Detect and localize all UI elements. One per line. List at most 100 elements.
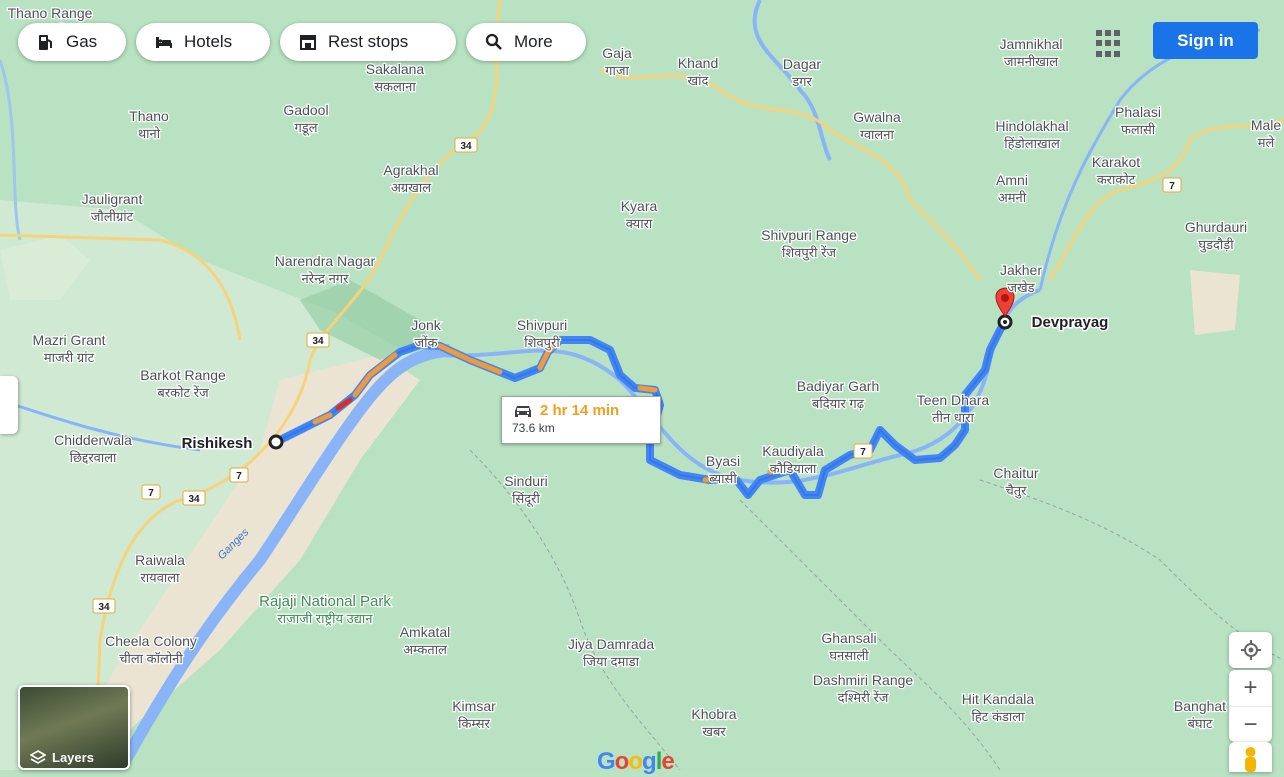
road-shield: 7: [141, 484, 161, 500]
sign-in-button[interactable]: Sign in: [1153, 22, 1258, 59]
place-label-hindi: क्यारा: [626, 216, 653, 231]
origin-label[interactable]: Rishikesh: [180, 434, 254, 454]
place-label[interactable]: Khand: [677, 54, 720, 73]
place-label[interactable]: Gwalna: [852, 108, 902, 127]
place-label-hindi: अग्रखाल: [391, 180, 431, 195]
place-label-hindi: जिया दमाडा: [583, 654, 640, 669]
place-label[interactable]: Gaja: [601, 44, 633, 63]
place-label[interactable]: Ghansali: [820, 629, 878, 648]
place-label[interactable]: Karakot: [1091, 153, 1142, 172]
place-label-hindi: सकलाना: [374, 79, 416, 94]
svg-text:34: 34: [312, 336, 324, 347]
store-icon: [300, 35, 316, 50]
place-label[interactable]: Dagar: [782, 55, 823, 74]
more-chip[interactable]: More: [466, 23, 586, 61]
place-label-hindi: थानो: [138, 126, 161, 141]
place-label[interactable]: Chaitur: [992, 464, 1040, 483]
place-label[interactable]: Gadool: [282, 101, 330, 120]
place-label[interactable]: Thano Range: [6, 4, 94, 23]
zoom-controls: + −: [1229, 670, 1272, 742]
apps-grid-icon[interactable]: [1094, 28, 1126, 60]
car-icon: [515, 405, 531, 417]
place-label[interactable]: Jiya Damrada: [567, 635, 656, 654]
layers-icon: [30, 750, 46, 764]
place-label[interactable]: Banghat: [1173, 697, 1228, 716]
place-label[interactable]: Amni: [995, 171, 1029, 190]
hotels-chip[interactable]: Hotels: [136, 23, 270, 61]
destination-label[interactable]: Devprayag: [1030, 313, 1110, 333]
collapse-panel-tab[interactable]: [0, 376, 18, 434]
place-label[interactable]: Narendra Nagar: [274, 252, 377, 271]
place-label[interactable]: Khobra: [690, 705, 738, 724]
place-label[interactable]: Barkot Range: [139, 366, 227, 385]
place-label[interactable]: Raiwala: [134, 551, 187, 570]
location-target-icon: [1240, 640, 1261, 660]
place-label[interactable]: Jamnikhal: [998, 35, 1064, 54]
place-label[interactable]: Shivpuri Range: [760, 226, 858, 245]
place-label[interactable]: Dashmiri Range: [812, 671, 915, 690]
place-label[interactable]: Shivpuri: [515, 316, 568, 335]
place-label-hindi: अम्कताल: [403, 642, 447, 657]
place-label[interactable]: Chidderwala: [53, 431, 134, 450]
place-label[interactable]: Sinduri: [503, 472, 549, 491]
place-label[interactable]: Kaudiyala: [761, 442, 825, 461]
map-canvas[interactable]: 34 34 34 7 7 34 7 7 Ganges Thano Rangeहल…: [0, 0, 1284, 770]
road-shield: 34: [182, 490, 206, 506]
place-label-hindi: अमनी: [998, 190, 1027, 205]
place-label[interactable]: Thano: [128, 107, 170, 126]
place-label-hindi: चैतुर: [1006, 483, 1028, 499]
place-label-hindi: तीन धारा: [932, 410, 974, 425]
place-label-hindi: गाजा: [605, 63, 629, 78]
place-label[interactable]: Sakalana: [365, 60, 426, 79]
my-location-button[interactable]: [1229, 632, 1272, 668]
place-label[interactable]: Amkatal: [398, 623, 451, 642]
place-label-hindi: शिवपुरी रेंज: [782, 245, 836, 261]
place-label-hindi: माजरी ग्रांट: [44, 350, 95, 365]
bed-icon: [156, 37, 172, 48]
place-label-hindi: जखेड: [1007, 280, 1035, 295]
place-label-hindi: ग्वालना: [860, 127, 894, 142]
place-label[interactable]: Male: [1250, 116, 1283, 135]
place-label[interactable]: Agrakhal: [382, 161, 440, 180]
rest-stops-chip[interactable]: Rest stops: [280, 23, 456, 61]
place-label-hindi: मले: [1258, 135, 1275, 150]
origin-marker[interactable]: [268, 434, 284, 450]
place-label[interactable]: Mazri Grant: [31, 331, 107, 350]
svg-text:34: 34: [98, 602, 110, 613]
place-label-hindi: जोंक: [415, 335, 439, 350]
hotels-label: Hotels: [184, 32, 233, 51]
place-label[interactable]: Byasi: [705, 452, 742, 471]
layers-button[interactable]: Layers: [18, 685, 130, 770]
place-label-hindi: फलासी: [1121, 122, 1156, 137]
place-label[interactable]: Kyara: [619, 197, 658, 216]
place-label[interactable]: Jakher: [999, 261, 1044, 280]
place-label[interactable]: Hit Kandala: [961, 690, 1036, 709]
road-shield: 34: [92, 598, 116, 614]
place-label[interactable]: Hindolakhal: [994, 117, 1070, 136]
place-label[interactable]: Jauligrant: [80, 190, 143, 209]
zoom-out-button[interactable]: −: [1229, 707, 1272, 743]
road-shield: 34: [306, 332, 330, 348]
gas-chip[interactable]: Gas: [18, 23, 126, 61]
pegman-icon[interactable]: [1229, 742, 1272, 772]
road-shield: 34: [454, 137, 478, 153]
place-label[interactable]: Cheela Colony: [104, 632, 198, 651]
place-label[interactable]: Teen Dhara: [916, 391, 991, 410]
place-label[interactable]: Badiyar Garh: [796, 377, 881, 396]
route-distance: 73.6 km: [512, 421, 555, 435]
place-label-hindi: ब्यासी: [709, 471, 737, 486]
place-label[interactable]: Jonk: [410, 316, 443, 335]
svg-text:34: 34: [460, 141, 472, 152]
route-info-box[interactable]: 2 hr 14 min 73.6 km: [501, 396, 661, 444]
place-label[interactable]: Kimsar: [451, 697, 497, 716]
place-label[interactable]: Ghurdauri: [1184, 218, 1249, 237]
zoom-in-button[interactable]: +: [1229, 670, 1272, 707]
place-label-hindi: कराकोट: [1097, 172, 1136, 187]
place-label-hindi: बरकोट रेंज: [157, 385, 209, 400]
place-label[interactable]: Rajaji National Park: [258, 592, 393, 612]
road-shield: 7: [229, 467, 249, 483]
road-shield: 7: [1162, 177, 1182, 193]
svg-text:7: 7: [860, 447, 866, 458]
place-label-hindi: दश्मिरी रेंज: [838, 690, 889, 705]
place-label[interactable]: Phalasi: [1114, 103, 1162, 122]
